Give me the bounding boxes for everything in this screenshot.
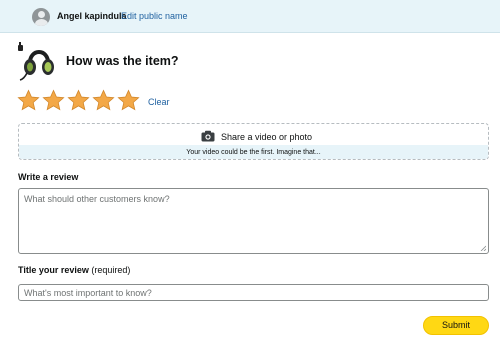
- edit-public-name-link[interactable]: Edit public name: [121, 11, 188, 21]
- required-note: (required): [91, 265, 131, 275]
- star-3-icon[interactable]: [67, 89, 90, 112]
- clear-rating-link[interactable]: Clear: [148, 97, 170, 107]
- user-avatar-icon: [32, 8, 50, 26]
- title-review-label-text: Title your review: [18, 265, 89, 275]
- profile-bar: Angel kapindula Edit public name: [0, 0, 500, 33]
- review-title-input[interactable]: What's most important to know?: [18, 284, 489, 301]
- headset-icon: [18, 42, 54, 81]
- review-title-placeholder: What's most important to know?: [24, 288, 152, 298]
- camera-icon: [201, 130, 215, 142]
- write-review-label: Write a review: [18, 172, 79, 182]
- media-hint: Your video could be the first. Imagine t…: [186, 149, 321, 156]
- star-5-icon[interactable]: [117, 89, 140, 112]
- resize-handle-icon[interactable]: [480, 245, 486, 251]
- star-4-icon[interactable]: [92, 89, 115, 112]
- review-textarea[interactable]: What should other customers know?: [18, 188, 489, 254]
- review-placeholder: What should other customers know?: [24, 194, 170, 204]
- submit-button[interactable]: Submit: [423, 316, 489, 335]
- share-media-label: Share a video or photo: [221, 132, 313, 142]
- media-upload-area[interactable]: Share a video or photo Your video could …: [18, 123, 489, 160]
- star-2-icon[interactable]: [42, 89, 65, 112]
- username: Angel kapindula: [57, 11, 127, 21]
- star-1-icon[interactable]: [17, 89, 40, 112]
- page-title: How was the item?: [66, 54, 179, 68]
- title-review-label: Title your review (required): [18, 265, 130, 275]
